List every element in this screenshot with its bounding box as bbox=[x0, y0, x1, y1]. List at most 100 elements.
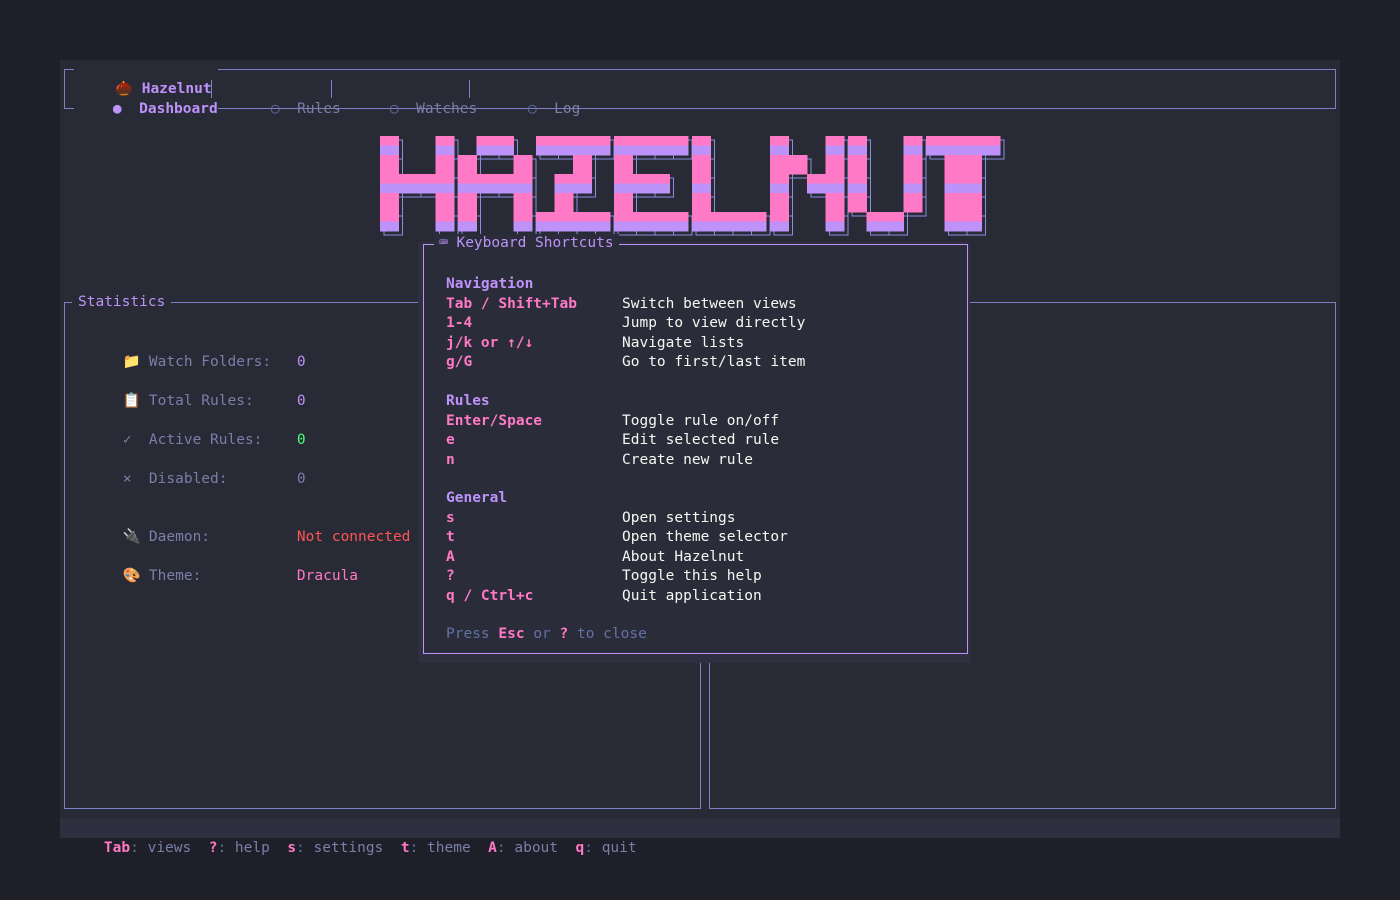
logo-cell bbox=[554, 174, 574, 184]
shortcut-desc: Jump to view directly bbox=[622, 315, 806, 331]
logo-cell bbox=[903, 145, 923, 156]
logo-cell bbox=[944, 155, 964, 165]
logo-cell bbox=[632, 174, 652, 184]
stat-theme: 🎨 Theme: Dracula bbox=[88, 547, 358, 606]
shortcut-key: ? bbox=[446, 568, 455, 584]
logo-cell bbox=[963, 145, 982, 156]
terminal-window: 🌰 Hazelnut ● Dashboard ○ Rules ○ Watches… bbox=[60, 60, 1340, 856]
logo-cell bbox=[554, 212, 574, 222]
tab-label: Rules bbox=[297, 100, 341, 117]
logo-cell bbox=[692, 155, 711, 165]
section-heading-rules: Rules bbox=[446, 393, 490, 409]
logo-cell bbox=[458, 202, 477, 213]
logo-cell bbox=[573, 212, 592, 222]
shortcut-desc: Go to first/last item bbox=[622, 354, 806, 370]
logo-cell bbox=[903, 155, 923, 165]
status-label: theme bbox=[427, 840, 471, 856]
logo-cell bbox=[807, 174, 826, 184]
stat-value: 0 bbox=[296, 392, 306, 409]
palette-icon: 🎨 bbox=[122, 567, 141, 584]
logo-cell bbox=[651, 145, 670, 156]
logo-cell bbox=[513, 212, 533, 222]
shortcut-key: Tab / Shift+Tab bbox=[446, 295, 577, 312]
logo-cell bbox=[848, 136, 867, 146]
shortcut-desc: Quit application bbox=[622, 587, 762, 604]
tab-watches[interactable]: ○ Watches bbox=[355, 80, 477, 139]
logo-cell bbox=[770, 136, 789, 146]
logo-cell bbox=[651, 183, 670, 194]
status-bar: Tab: views ?: help s: settings t: theme … bbox=[60, 818, 1340, 856]
statistics-title: Statistics bbox=[72, 293, 172, 313]
shortcut-key: e bbox=[446, 432, 455, 448]
logo-cell bbox=[591, 221, 611, 232]
shortcut-row: ? Toggle this help bbox=[446, 567, 762, 587]
esc-key: Esc bbox=[498, 626, 525, 642]
logo-cell bbox=[614, 221, 633, 232]
logo-cell bbox=[513, 202, 533, 213]
logo-cell bbox=[632, 212, 652, 222]
tab-rules[interactable]: ○ Rules bbox=[236, 80, 341, 139]
logo-cell bbox=[435, 155, 455, 165]
help-modal-title: ⌨ Keyboard Shortcuts bbox=[434, 234, 619, 254]
logo-cell bbox=[770, 174, 789, 184]
logo-cell bbox=[825, 155, 845, 165]
status-label: help bbox=[234, 840, 270, 856]
help-modal: ⌨ Keyboard Shortcuts Navigation Tab / Sh… bbox=[423, 234, 968, 654]
logo-cell bbox=[632, 136, 652, 146]
shortcut-key: 1-4 bbox=[446, 315, 473, 331]
logo-letter-a bbox=[458, 136, 533, 232]
shortcut-desc: Switch between views bbox=[622, 295, 797, 312]
logo-cell bbox=[435, 164, 455, 175]
logo-cell bbox=[710, 221, 730, 232]
logo-cell bbox=[903, 202, 923, 213]
logo-cell bbox=[380, 174, 399, 184]
shortcut-desc: Open theme selector bbox=[622, 529, 788, 545]
logo-cell bbox=[807, 183, 826, 194]
logo-cell bbox=[398, 174, 418, 184]
logo-cell bbox=[614, 202, 633, 213]
logo-cell bbox=[380, 221, 399, 232]
logo-cell bbox=[380, 145, 399, 156]
logo-cell bbox=[513, 221, 533, 232]
logo-cell bbox=[513, 183, 533, 194]
check-icon: ✓ bbox=[122, 431, 132, 448]
section-heading-navigation: Navigation bbox=[446, 276, 534, 292]
logo-cell bbox=[554, 221, 574, 232]
logo-cell bbox=[729, 221, 748, 232]
logo-cell bbox=[554, 183, 574, 194]
logo-cell bbox=[669, 136, 689, 146]
logo-cell bbox=[885, 221, 904, 232]
logo-cell bbox=[903, 136, 923, 146]
logo-cell bbox=[435, 221, 455, 232]
logo-cell bbox=[669, 212, 689, 222]
cross-icon: × bbox=[122, 470, 132, 487]
logo-cell bbox=[944, 221, 964, 232]
logo-cell bbox=[614, 145, 633, 156]
logo-cell bbox=[435, 174, 455, 184]
stat-value: 0 bbox=[296, 431, 306, 448]
logo-cell bbox=[926, 136, 945, 146]
stat-label: Disabled: bbox=[148, 470, 228, 487]
logo-cell bbox=[536, 145, 555, 156]
shortcut-desc: Navigate lists bbox=[622, 334, 745, 351]
shortcut-row: g/G Go to first/last item bbox=[446, 353, 805, 373]
logo-cell bbox=[476, 145, 496, 156]
clipboard-icon: 📋 bbox=[122, 392, 141, 409]
logo-cell bbox=[476, 174, 496, 184]
logo-cell bbox=[692, 164, 711, 175]
tab-log[interactable]: ○ Log bbox=[493, 80, 580, 139]
logo-cell bbox=[380, 164, 399, 175]
logo-cell bbox=[885, 212, 904, 222]
logo-cell bbox=[963, 202, 982, 213]
tab-dashboard[interactable]: ● Dashboard bbox=[78, 80, 218, 139]
logo-cell bbox=[573, 221, 592, 232]
logo-cell bbox=[692, 193, 711, 203]
shortcut-row: A About Hazelnut bbox=[446, 548, 744, 568]
logo-cell bbox=[435, 145, 455, 156]
tab-label: Log bbox=[554, 100, 581, 117]
shortcut-row: Enter/Space Toggle rule on/off bbox=[446, 412, 779, 432]
shortcut-desc: Edit selected rule bbox=[622, 432, 780, 448]
logo-letter-n bbox=[770, 136, 845, 232]
logo-cell bbox=[963, 183, 982, 194]
logo-cell bbox=[614, 193, 633, 203]
